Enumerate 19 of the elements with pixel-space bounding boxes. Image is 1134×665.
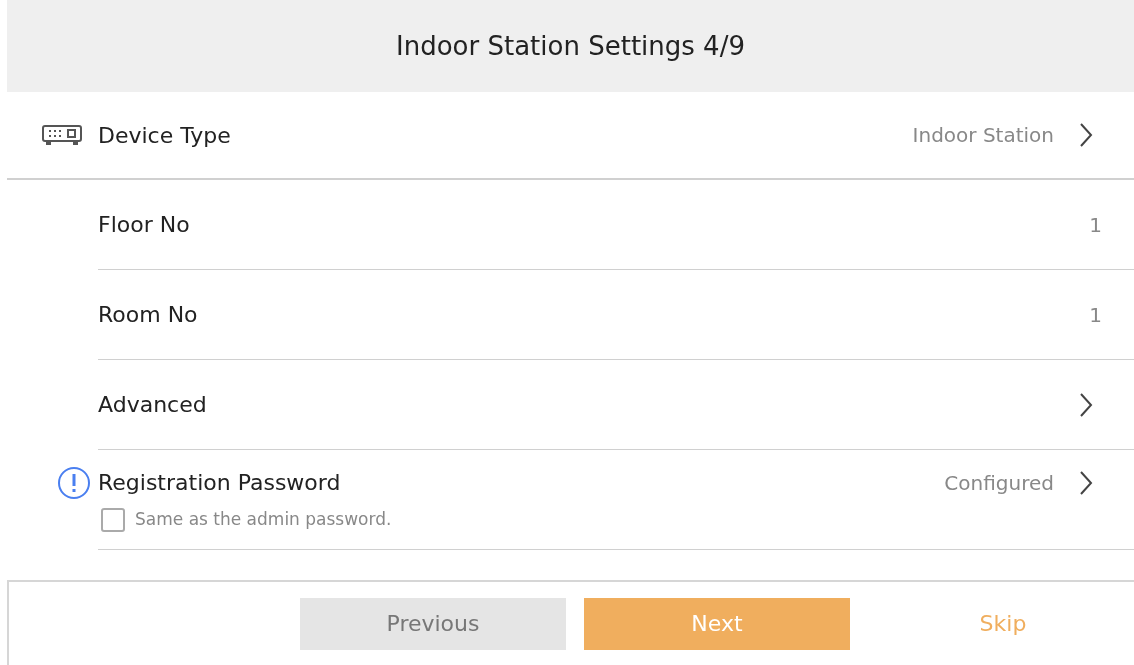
row-label: Device Type <box>98 121 232 150</box>
row-value: 1 <box>1089 301 1102 329</box>
previous-button[interactable]: Previous <box>300 597 566 650</box>
row-value: 1 <box>1089 211 1102 239</box>
settings-row[interactable]: Device Type Indoor Station <box>7 92 1134 180</box>
device-icon <box>42 124 82 146</box>
row-label: Registration Password <box>98 469 342 498</box>
settings-row[interactable]: Advanced <box>98 360 1134 450</box>
warning-icon <box>57 465 91 500</box>
row-label: Floor No <box>98 211 191 239</box>
row-value: Configured <box>944 469 1054 497</box>
settings-row[interactable]: Registration Password Configured Same as the admin password. <box>98 450 1134 550</box>
row-value: Indoor Station <box>912 122 1054 149</box>
chevron-right-icon <box>1078 121 1094 149</box>
page-title: Indoor Station Settings 4/9 <box>396 29 745 63</box>
checkbox-label: Same as the admin password. <box>135 508 392 532</box>
row-label: Room No <box>98 301 199 329</box>
row-label: Advanced <box>98 391 208 419</box>
checkbox[interactable] <box>101 508 125 532</box>
